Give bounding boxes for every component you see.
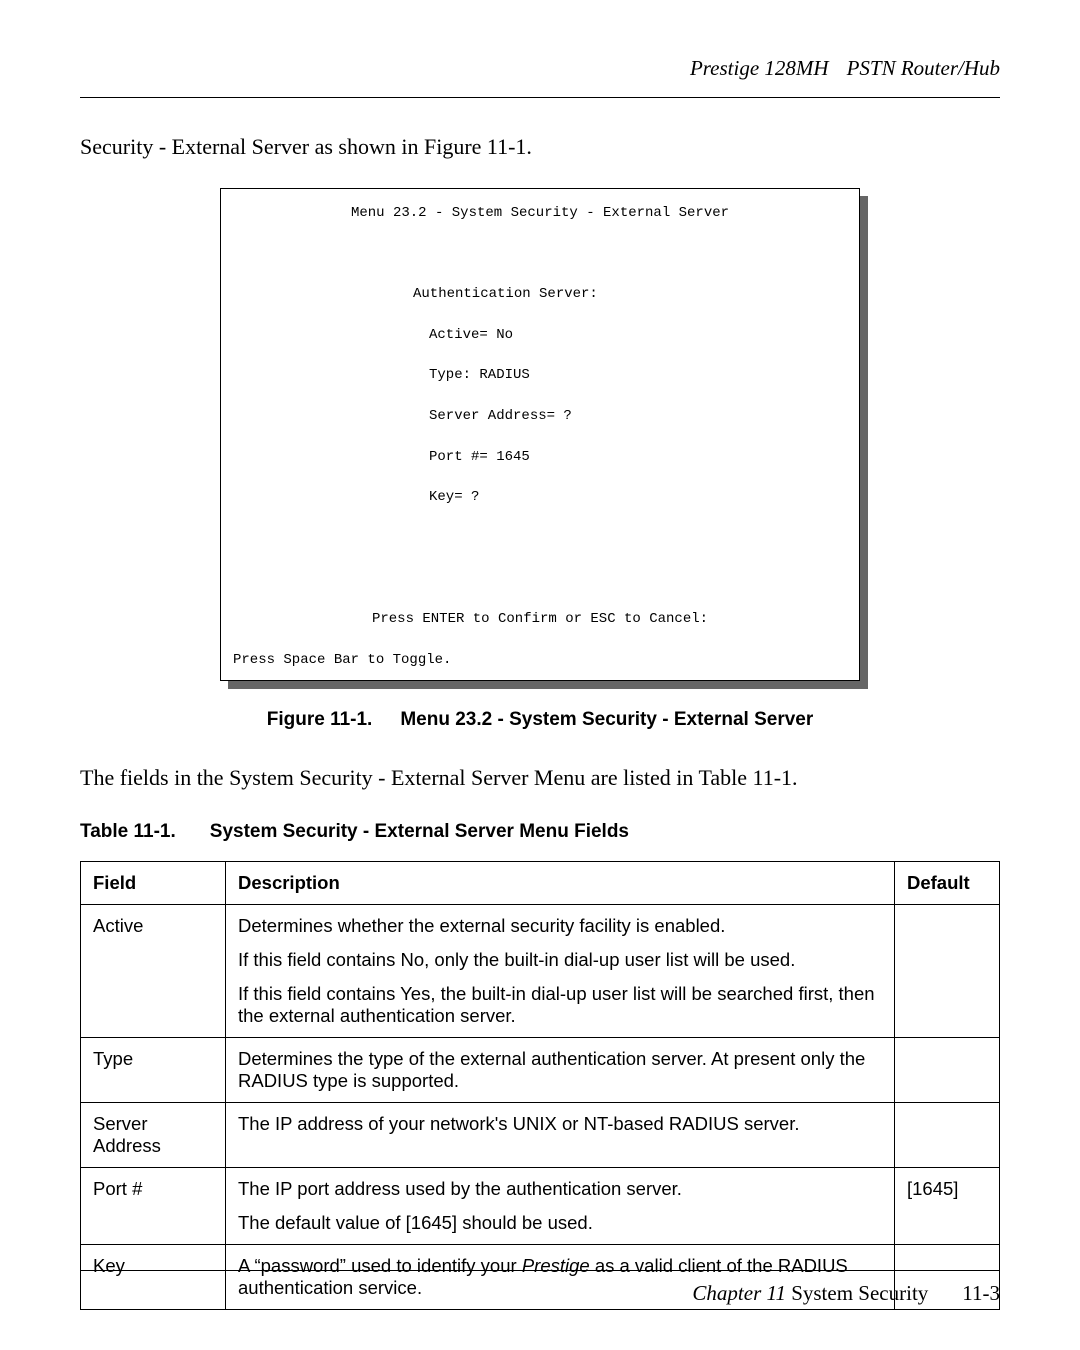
th-description: Description — [226, 861, 895, 904]
th-default: Default — [895, 861, 1000, 904]
terminal-active: Active= No — [233, 325, 847, 345]
terminal-blank — [233, 244, 847, 264]
desc-line: The IP port address used by the authenti… — [238, 1178, 882, 1200]
terminal-title: Menu 23.2 - System Security - External S… — [233, 203, 847, 223]
terminal-key: Key= ? — [233, 487, 847, 507]
footer-chapter: Chapter 11 — [692, 1281, 786, 1305]
intro-paragraph: Security - External Server as shown in F… — [80, 134, 1000, 160]
desc-line: If this field contains No, only the buil… — [238, 949, 882, 971]
table-header-row: Field Description Default — [81, 861, 1000, 904]
cell-description: Determines whether the external security… — [226, 904, 895, 1037]
cell-default — [895, 1037, 1000, 1102]
cell-description: The IP port address used by the authenti… — [226, 1167, 895, 1244]
cell-default: [1645] — [895, 1167, 1000, 1244]
cell-field: Active — [81, 904, 226, 1037]
footer-row: Chapter 11 System Security 11-3 — [80, 1281, 1000, 1306]
footer-chapter-block: Chapter 11 System Security — [692, 1281, 928, 1306]
terminal-port: Port #= 1645 — [233, 447, 847, 467]
running-header: Prestige 128MH PSTN Router/Hub — [80, 56, 1000, 87]
desc-line: Determines whether the external security… — [238, 915, 882, 937]
terminal-blank3 — [233, 568, 847, 588]
table-row: Active Determines whether the external s… — [81, 904, 1000, 1037]
desc-line: Determines the type of the external auth… — [238, 1048, 882, 1092]
terminal-toggle: Press Space Bar to Toggle. — [233, 650, 847, 670]
cell-default — [895, 904, 1000, 1037]
cell-field: Type — [81, 1037, 226, 1102]
table-caption: Table 11-1. System Security - External Se… — [80, 821, 1000, 843]
desc-line: The IP address of your network's UNIX or… — [238, 1113, 882, 1135]
table-title: System Security - External Server Menu F… — [210, 821, 629, 842]
footer-rule — [80, 1270, 1000, 1271]
page: Prestige 128MH PSTN Router/Hub Security -… — [0, 0, 1080, 1350]
terminal-section: Authentication Server: — [233, 284, 847, 304]
cell-field: Port # — [81, 1167, 226, 1244]
table-row: Port # The IP port address used by the a… — [81, 1167, 1000, 1244]
footer-page-number: 11-3 — [962, 1281, 1000, 1306]
terminal-box: Menu 23.2 - System Security - External S… — [220, 188, 860, 681]
table-row: Type Determines the type of the external… — [81, 1037, 1000, 1102]
terminal-server-address: Server Address= ? — [233, 406, 847, 426]
terminal-type: Type: RADIUS — [233, 365, 847, 385]
footer-title: System Security — [791, 1281, 928, 1305]
header-product: Prestige 128MH — [690, 56, 829, 80]
table-row: Server Address The IP address of your ne… — [81, 1102, 1000, 1167]
terminal-blank2 — [233, 528, 847, 548]
th-field: Field — [81, 861, 226, 904]
cell-field: Server Address — [81, 1102, 226, 1167]
desc-line: The default value of [1645] should be us… — [238, 1212, 882, 1234]
desc-line: If this field contains Yes, the built-in… — [238, 983, 882, 1027]
figure-title: Menu 23.2 - System Security - External S… — [400, 709, 813, 730]
cell-default — [895, 1102, 1000, 1167]
header-subtitle: PSTN Router/Hub — [847, 56, 1000, 80]
figure-number: Figure 11-1. — [267, 709, 373, 731]
header-rule — [80, 97, 1000, 98]
cell-description: The IP address of your network's UNIX or… — [226, 1102, 895, 1167]
terminal-figure: Menu 23.2 - System Security - External S… — [220, 188, 860, 681]
figure-caption: Figure 11-1. Menu 23.2 - System Security … — [80, 709, 1000, 731]
table-intro-paragraph: The fields in the System Security - Exte… — [80, 765, 1000, 791]
cell-description: Determines the type of the external auth… — [226, 1037, 895, 1102]
terminal-confirm: Press ENTER to Confirm or ESC to Cancel: — [233, 609, 847, 629]
page-footer: Chapter 11 System Security 11-3 — [80, 1270, 1000, 1306]
fields-table: Field Description Default Active Determi… — [80, 861, 1000, 1310]
table-number: Table 11-1. — [80, 821, 176, 843]
